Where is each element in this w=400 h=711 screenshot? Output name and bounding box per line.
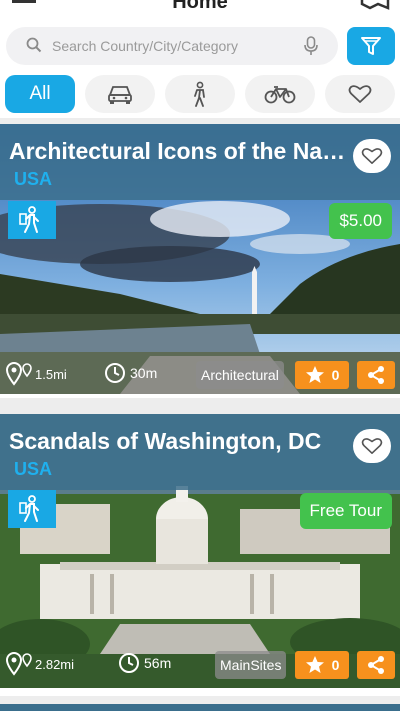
page-title: Home bbox=[172, 0, 228, 13]
tour-distance: 1.5mi bbox=[5, 362, 67, 386]
filter-button[interactable] bbox=[347, 27, 395, 65]
tour-country: USA bbox=[14, 169, 53, 189]
tour-card[interactable]: Scandals of Washington, DC USA Free Tour… bbox=[0, 414, 400, 696]
tour-title-bar: Scandals of Washington, DC USA bbox=[0, 414, 400, 490]
category-all-button[interactable]: All bbox=[5, 75, 75, 113]
tour-title-bar: Architectural Icons of the Nati... USA bbox=[0, 124, 400, 200]
app-header: Home bbox=[0, 0, 400, 20]
share-button[interactable] bbox=[357, 651, 395, 679]
star-icon bbox=[305, 366, 324, 383]
rating-count: 0 bbox=[331, 367, 340, 383]
tour-title: Scandals of Washington, DC bbox=[9, 428, 322, 454]
tour-category-label: Architectural bbox=[196, 361, 284, 389]
bicycle-icon bbox=[264, 86, 296, 104]
tour-duration-value: 30m bbox=[130, 365, 158, 381]
heart-icon bbox=[361, 148, 383, 165]
tour-duration: 56m bbox=[118, 652, 171, 674]
search-icon bbox=[26, 37, 42, 53]
category-all-label: All bbox=[29, 83, 51, 104]
search-bar-row bbox=[0, 20, 400, 72]
tour-duration: 30m bbox=[104, 362, 157, 384]
favorite-button[interactable] bbox=[353, 429, 391, 463]
location-pins-icon bbox=[5, 652, 32, 676]
rating-button[interactable]: 0 bbox=[295, 361, 349, 389]
hiking-person-icon bbox=[19, 206, 39, 233]
category-walk-button[interactable] bbox=[165, 75, 235, 113]
clock-icon bbox=[119, 653, 139, 673]
map-icon[interactable] bbox=[360, 0, 390, 10]
filter-icon bbox=[361, 37, 381, 55]
tour-price-badge: Free Tour bbox=[299, 493, 392, 529]
tour-distance-value: 2.82mi bbox=[35, 656, 75, 672]
walking-person-icon bbox=[194, 81, 205, 107]
category-bike-button[interactable] bbox=[245, 75, 315, 113]
tour-card[interactable]: Architectural Icons of the Nati... USA $… bbox=[0, 124, 400, 398]
hiking-person-icon bbox=[19, 495, 39, 522]
search-input[interactable] bbox=[52, 27, 292, 65]
tour-price-badge: $5.00 bbox=[329, 203, 392, 239]
share-icon bbox=[368, 656, 384, 674]
tour-distance-value: 1.5mi bbox=[35, 366, 67, 382]
tour-duration-value: 56m bbox=[144, 655, 172, 671]
tour-title: Architectural Icons of the Nati... bbox=[9, 138, 349, 164]
star-icon bbox=[305, 656, 324, 673]
rating-button[interactable]: 0 bbox=[295, 651, 349, 679]
tour-distance: 2.82mi bbox=[5, 652, 74, 676]
share-icon bbox=[368, 366, 384, 384]
tour-type-badge bbox=[8, 201, 56, 239]
category-favorites-button[interactable] bbox=[325, 75, 395, 113]
search-box bbox=[6, 27, 338, 65]
tour-info-bar: 1.5mi 30m Architectural 0 bbox=[0, 358, 400, 394]
tour-country: USA bbox=[14, 459, 53, 479]
clock-icon bbox=[105, 363, 125, 383]
next-tour-card-peek bbox=[0, 704, 400, 711]
favorite-button[interactable] bbox=[353, 139, 391, 173]
share-button[interactable] bbox=[357, 361, 395, 389]
heart-icon bbox=[361, 438, 383, 455]
car-icon bbox=[108, 86, 132, 104]
heart-icon bbox=[348, 85, 372, 103]
microphone-icon[interactable] bbox=[304, 36, 318, 56]
location-pins-icon bbox=[5, 362, 32, 386]
tour-info-bar: 2.82mi 56m MainSites 0 bbox=[0, 648, 400, 684]
tour-category-label: MainSites bbox=[215, 651, 287, 679]
category-filter-row: All bbox=[0, 72, 400, 118]
tour-type-badge bbox=[8, 490, 56, 528]
rating-count: 0 bbox=[331, 657, 340, 673]
category-drive-button[interactable] bbox=[85, 75, 155, 113]
